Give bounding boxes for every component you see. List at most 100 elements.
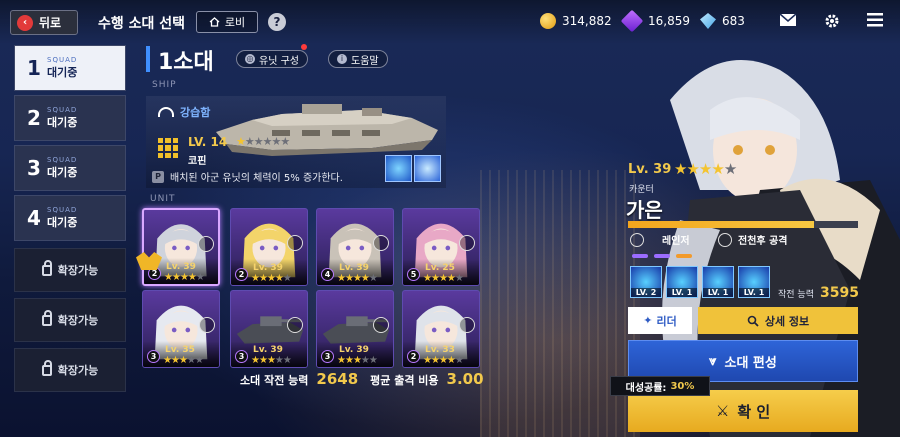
unit-stars: ★★★★★ [337,273,378,284]
unit-role-icon [287,317,303,333]
gem-amount: 16,859 [648,14,690,28]
unit-role-icon [459,235,475,251]
settings-button[interactable] [823,13,841,31]
squad-tab-1[interactable]: 1 SQUAD 대기중 [14,45,126,91]
detail-info-button[interactable]: 상세 정보 [698,307,858,334]
unit-card-1[interactable]: 2 Lv. 39 ★★★★★ [142,208,220,286]
squad-power-value: 2648 [316,370,359,388]
ship-skill-2-icon[interactable] [414,155,441,182]
mail-button[interactable] [779,13,797,31]
character-skill-3[interactable]: LV. 1 [702,266,734,298]
gold-coin-icon [540,13,556,29]
character-attack-type: 전천후 공격 [718,232,787,247]
unit-level: Lv. 39 [253,263,283,273]
squad-caption: SQUAD [47,156,78,164]
squad-tab-4[interactable]: 4 SQUAD 대기중 [14,195,126,241]
character-stars: ★★★★★ [674,160,737,178]
squad-edit-label: 소대 편성 [724,355,777,371]
character-hp-bar [628,221,858,228]
unit-stars: ★★★★★ [337,355,378,366]
lobby-button[interactable]: 로비 [196,11,258,33]
squad-caption: SQUAD [47,206,78,214]
squad-stats: 소대 작전 능력 2648 평균 출격 비용 3.00 [240,370,484,388]
squad-title-accent [146,46,150,72]
squad-status: 대기중 [47,116,78,129]
lock-icon [41,359,52,376]
unit-cost: 2 [235,268,248,281]
unit-cost: 4 [321,268,334,281]
character-power-label: 작전 능력 [778,290,814,300]
unit-stars: ★★★★★ [164,272,205,283]
unit-stars: ★★★★★ [251,273,292,284]
expand-squad-slot-2[interactable]: 확장가능 [14,298,126,342]
gem-counter[interactable]: 16,859 [620,9,690,33]
help-guide-button[interactable]: i 도움말 [328,50,388,68]
lock-icon [41,309,52,326]
unit-card-4[interactable]: 5 Lv. 25 ★★★★★ [402,208,480,286]
lobby-label: 로비 [224,16,246,29]
unit-level: Lv. 39 [339,263,369,273]
unit-role-icon [459,317,475,333]
ship-description: P 배치된 아군 유닛의 체력이 5% 증가한다. [152,169,343,184]
help-guide-label: 도움말 [351,55,379,67]
unit-stars: ★★★★★ [423,355,464,366]
unit-level: Lv. 35 [165,345,195,355]
unit-card-7[interactable]: 3 Lv. 39 ★★★★★ [316,290,394,368]
unit-card-6[interactable]: 3 Lv. 39 ★★★★★ [230,290,308,368]
avg-cost-label: 평균 출격 비용 [370,374,439,387]
help-button[interactable]: ? [268,13,286,31]
unit-level: Lv. 39 [339,345,369,355]
leader-button[interactable]: ✦ 리더 [628,307,692,334]
wing-icon: ✦ [643,314,653,327]
unit-card-5[interactable]: 3 Lv. 35 ★★★★★ [142,290,220,368]
crystal-counter[interactable]: 683 [700,13,745,29]
back-label: 뒤로 [39,16,62,30]
mail-icon [779,13,797,26]
unit-section-label: UNIT [150,194,176,204]
expand-squad-slot-1[interactable]: 확장가능 [14,248,126,292]
unit-config-label: 유닛 구성 [259,55,299,67]
ship-skill-1-icon[interactable] [385,155,412,182]
unit-card-3[interactable]: 4 Lv. 39 ★★★★★ [316,208,394,286]
squad-power-label: 소대 작전 능력 [240,374,309,387]
unit-config-icon: ◎ [245,54,255,64]
leader-label: 리더 [656,314,677,328]
unit-config-button[interactable]: ◎ 유닛 구성 [236,50,308,68]
unit-role-icon [287,235,303,251]
squad-number: 2 [27,106,41,130]
unit-cost: 2 [407,350,420,363]
role-label: 레인저 [662,236,690,247]
lock-icon [41,259,52,276]
squad-number: 1 [27,56,41,80]
squad-tab-3[interactable]: 3 SQUAD 대기중 [14,145,126,191]
detail-label: 상세 정보 [764,314,810,328]
menu-button[interactable] [866,13,884,31]
unit-card-2[interactable]: 2 Lv. 39 ★★★★★ [230,208,308,286]
unit-level: Lv. 39 [166,262,196,272]
passive-badge: P [152,170,164,183]
gear-icon [825,14,839,28]
unit-stars: ★★★★★ [423,273,464,284]
character-skill-2[interactable]: LV. 1 [666,266,698,298]
confirm-button[interactable]: ⚔ 확 인 [628,390,858,432]
squad-number: 3 [27,156,41,180]
gold-counter[interactable]: 314,882 [540,13,612,29]
unit-card-8[interactable]: 2 Lv. 33 ★★★★★ [402,290,480,368]
unit-level: Lv. 39 [253,345,283,355]
squad-tab-2[interactable]: 2 SQUAD 대기중 [14,95,126,141]
back-button[interactable]: ‹ 뒤로 [10,10,78,35]
info-icon: i [337,54,347,64]
character-skill-4[interactable]: LV. 1 [738,266,770,298]
confirm-label: 확 인 [737,402,771,421]
character-power-value: 3595 [819,285,859,301]
expand-squad-slot-3[interactable]: 확장가능 [14,348,126,392]
squad-select-screen: { "header": { "back_label": "뒤로", "title… [0,0,900,437]
expand-label: 확장가능 [57,264,99,277]
unit-level: Lv. 33 [425,345,455,355]
expand-label: 확장가능 [57,364,99,377]
squad-status: 대기중 [47,216,78,229]
character-skill-1[interactable]: LV. 2 [630,266,662,298]
unit-level: Lv. 25 [425,263,455,273]
squad-status: 대기중 [47,166,78,179]
unit-role-icon [373,317,389,333]
